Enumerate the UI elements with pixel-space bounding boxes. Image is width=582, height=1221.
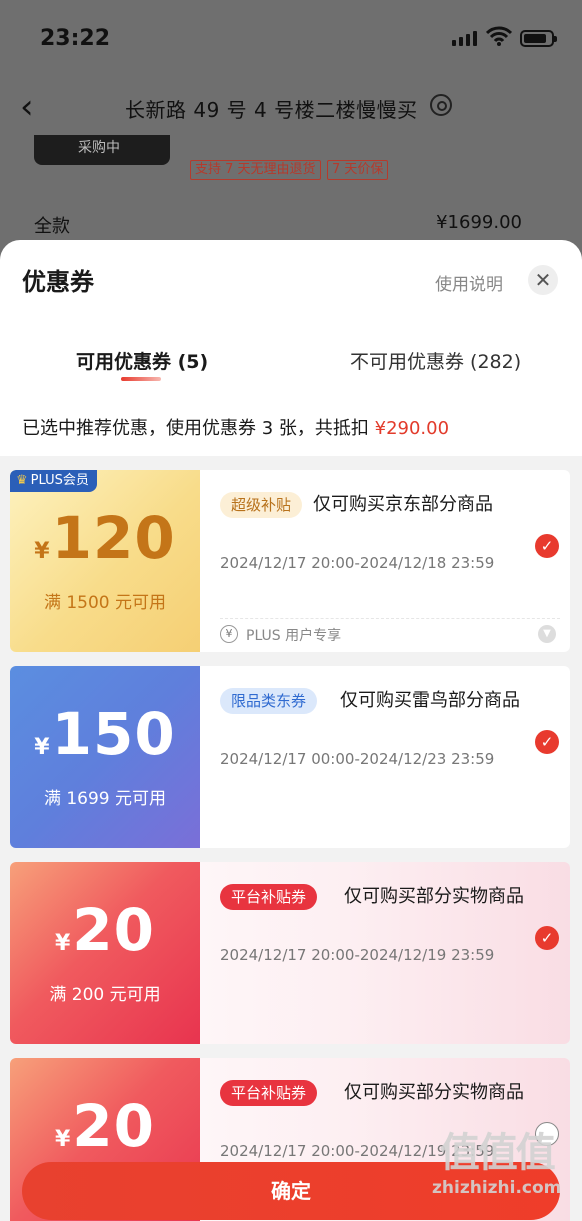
discount-summary: 已选中推荐优惠，使用优惠券 3 张，共抵扣 ¥290.00 xyxy=(22,414,449,440)
status-bar: 23:22 xyxy=(0,0,582,78)
plus-note: PLUS 用户专享 xyxy=(246,628,342,644)
price-protect-tag: 7 天价保 xyxy=(327,160,389,180)
coupon-amount: ¥150 xyxy=(10,700,200,768)
location-pin-icon[interactable] xyxy=(430,94,452,116)
chevron-down-icon[interactable]: ▼ xyxy=(538,625,556,643)
amount-value: 20 xyxy=(72,896,156,964)
amount-value: 150 xyxy=(51,700,176,768)
yen-circle-icon: ¥ xyxy=(220,625,238,643)
coupon-card[interactable]: ¥20 满 200 元可用 平台补贴券 仅可购买部分实物商品 2024/12/1… xyxy=(10,862,570,1044)
site-watermark: 值值值 zhizhizhi.com xyxy=(432,1120,561,1198)
coupon-condition: 满 200 元可用 xyxy=(49,985,161,1005)
coupon-card[interactable]: ¥150 满 1699 元可用 限品类东券 仅可购买雷鸟部分商品 2024/12… xyxy=(10,666,570,848)
currency-symbol: ¥ xyxy=(54,1127,71,1152)
currency-symbol: ¥ xyxy=(34,735,50,760)
coupon-validity: 2024/12/17 20:00-2024/12/18 23:59 xyxy=(220,554,495,572)
coupon-list[interactable]: ♛ PLUS会员 ¥120 满 1500 元可用 超级补贴 仅可购买京东部分商品 … xyxy=(0,456,582,1221)
coupon-validity: 2024/12/17 20:00-2024/12/19 23:59 xyxy=(220,946,495,964)
coupon-amount-panel: ♛ PLUS会员 ¥120 满 1500 元可用 xyxy=(10,470,200,652)
coupon-sheet: 优惠券 使用说明 ✕ 可用优惠券 (5) 不可用优惠券 (282) 已选中推荐优… xyxy=(0,240,582,1221)
amount-value: 20 xyxy=(72,1092,156,1160)
full-payment-label: 全款 xyxy=(34,216,70,237)
coupon-condition: 满 1500 元可用 xyxy=(43,593,167,613)
currency-symbol: ¥ xyxy=(34,539,50,564)
coupon-condition: 满 1699 元可用 xyxy=(43,789,167,809)
back-button[interactable]: ‹ xyxy=(20,90,34,124)
coupon-amount-panel: ¥150 满 1699 元可用 xyxy=(10,666,200,848)
coupon-amount: ¥20 xyxy=(10,1092,200,1160)
return-policy-tag: 支持 7 天无理由退货 xyxy=(190,160,321,180)
thumb-text: 采购中 xyxy=(78,140,120,156)
tab-unavailable[interactable]: 不可用优惠券 (282) xyxy=(350,347,521,374)
summary-amount: ¥290.00 xyxy=(374,418,450,439)
address-title[interactable]: 长新路 49 号 4 号楼二楼慢慢买 xyxy=(125,94,418,123)
crown-icon: ♛ xyxy=(16,473,28,488)
sheet-title: 优惠券 xyxy=(22,268,94,296)
coupon-badge: 限品类东券 xyxy=(220,688,318,714)
coupon-amount: ¥20 xyxy=(10,896,200,964)
product-thumbnail: 采购中 xyxy=(34,135,170,165)
coupon-validity: 2024/12/17 00:00-2024/12/23 23:59 xyxy=(220,750,495,768)
coupon-amount-panel: ¥20 满 200 元可用 xyxy=(10,862,200,1044)
battery-icon xyxy=(520,30,557,47)
selected-check-icon[interactable]: ✓ xyxy=(535,730,559,754)
tab-available[interactable]: 可用优惠券 (5) xyxy=(76,347,208,374)
close-icon[interactable]: ✕ xyxy=(528,265,558,295)
coupon-badge: 平台补贴券 xyxy=(220,1080,318,1106)
watermark-logo: 值值值 xyxy=(439,1130,556,1176)
selected-check-icon[interactable]: ✓ xyxy=(535,534,559,558)
coupon-badge: 超级补贴 xyxy=(220,492,303,518)
active-tab-indicator xyxy=(121,377,161,381)
coupon-amount: ¥120 xyxy=(10,504,200,572)
coupon-card[interactable]: ♛ PLUS会员 ¥120 满 1500 元可用 超级补贴 仅可购买京东部分商品 … xyxy=(10,470,570,652)
amount-value: 120 xyxy=(51,504,176,572)
plus-member-badge: ♛ PLUS会员 xyxy=(10,470,97,492)
plus-exclusive-row[interactable]: ¥ PLUS 用户专享 ▼ xyxy=(220,618,560,646)
watermark-site: zhizhizhi.com xyxy=(432,1178,562,1198)
plus-badge-label: PLUS会员 xyxy=(30,473,89,488)
currency-symbol: ¥ xyxy=(54,931,71,956)
usage-instructions-link[interactable]: 使用说明 xyxy=(435,270,503,295)
coupon-title: 仅可购买雷鸟部分商品 xyxy=(340,690,520,711)
coupon-title: 仅可购买部分实物商品 xyxy=(344,886,524,907)
coupon-title: 仅可购买京东部分商品 xyxy=(313,494,493,515)
wifi-icon xyxy=(486,26,512,46)
coupon-title: 仅可购买部分实物商品 xyxy=(344,1082,524,1103)
selected-check-icon[interactable]: ✓ xyxy=(535,926,559,950)
full-payment-price: ¥1699.00 xyxy=(436,212,522,233)
background-page: 23:22 ‹ 长新路 49 号 4 号楼二楼慢慢买 采购中 支持 7 天无理由… xyxy=(0,0,582,260)
coupon-badge: 平台补贴券 xyxy=(220,884,318,910)
cellular-signal-icon xyxy=(452,30,477,46)
summary-text: 已选中推荐优惠，使用优惠券 3 张，共抵扣 xyxy=(22,418,375,439)
status-time: 23:22 xyxy=(40,26,111,51)
